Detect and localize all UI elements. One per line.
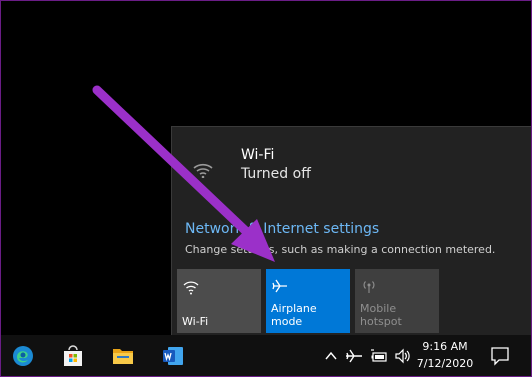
- hotspot-icon: [363, 281, 375, 293]
- taskbar: 9:16 AM 7/12/2020: [0, 335, 532, 377]
- network-settings-description: Change settings, such as making a connec…: [185, 243, 496, 256]
- volume-icon[interactable]: [394, 348, 412, 364]
- tile-mobile-hotspot[interactable]: Mobile hotspot: [355, 269, 439, 333]
- wifi-state: Turned off: [241, 166, 311, 182]
- airplane-icon: [272, 279, 287, 293]
- clock-date: 7/12/2020: [416, 357, 474, 370]
- airplane-tray-icon[interactable]: [345, 348, 363, 364]
- taskbar-file-explorer[interactable]: [100, 335, 146, 377]
- battery-icon[interactable]: [370, 348, 388, 364]
- quick-action-tiles: Wi-Fi Airplane mode Mobile hotspot: [177, 269, 532, 334]
- wifi-status: Wi-Fi Turned off: [192, 147, 392, 187]
- edge-icon: [13, 346, 33, 366]
- wifi-icon: [183, 281, 199, 295]
- store-icon: [64, 345, 82, 366]
- clock-time: 9:16 AM: [422, 340, 468, 353]
- tile-wifi[interactable]: Wi-Fi: [177, 269, 261, 333]
- file-explorer-icon: [113, 349, 133, 364]
- wifi-off-icon: [193, 163, 213, 178]
- tile-airplane-label: Airplane mode: [271, 302, 317, 328]
- tile-hotspot-label: Mobile hotspot: [360, 302, 402, 328]
- tile-wifi-label: Wi-Fi: [182, 315, 209, 328]
- taskbar-word[interactable]: [150, 335, 196, 377]
- word-icon: [163, 347, 183, 365]
- taskbar-edge[interactable]: [0, 335, 46, 377]
- taskbar-store[interactable]: [50, 335, 96, 377]
- taskbar-clock[interactable]: 9:16 AM 7/12/2020: [415, 338, 475, 372]
- chevron-up-icon[interactable]: [322, 348, 340, 364]
- network-flyout: Wi-Fi Turned off Network & Internet sett…: [171, 126, 532, 336]
- wifi-name: Wi-Fi: [241, 147, 275, 163]
- action-center-icon[interactable]: [489, 345, 511, 367]
- network-settings-link[interactable]: Network & Internet settings: [185, 221, 379, 237]
- tile-airplane-mode[interactable]: Airplane mode: [266, 269, 350, 333]
